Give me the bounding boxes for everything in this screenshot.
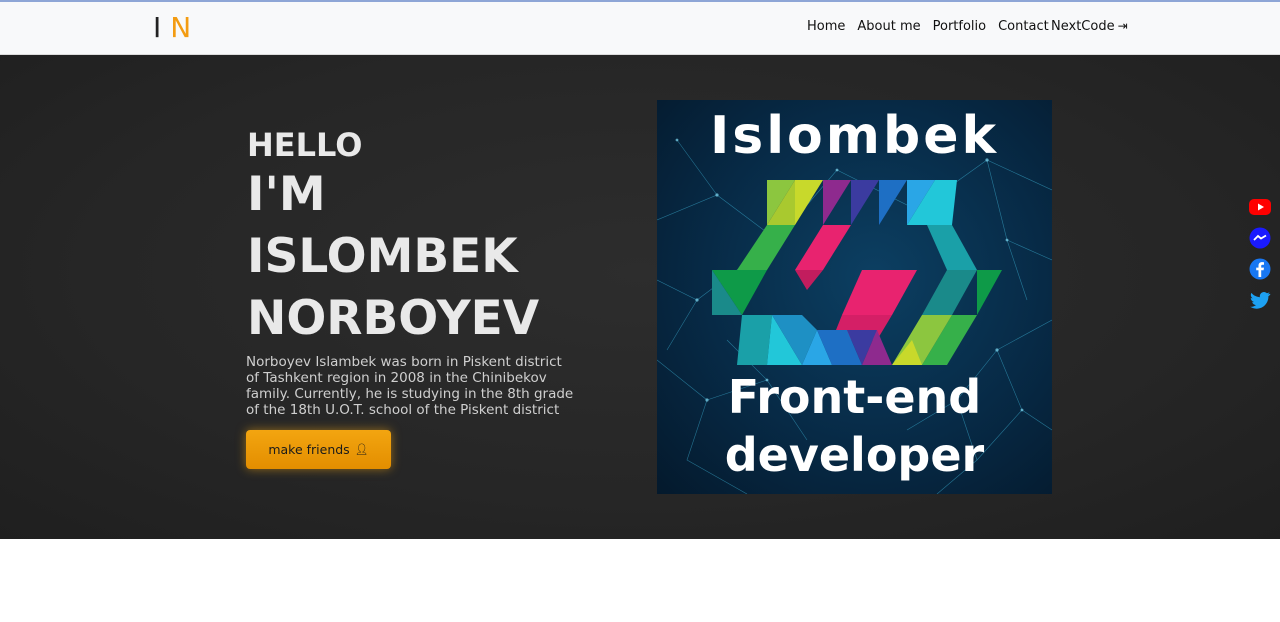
hero-section: HELLO I'M ISLOMBEK NORBOYEV Norboyev Isl… — [0, 55, 1280, 539]
hexagon-logo — [712, 180, 1002, 365]
navbar: IN Home About me Portfolio Contact NextC… — [0, 2, 1280, 55]
poster-bottom-line-2: developer — [724, 428, 985, 482]
social-links — [1248, 195, 1272, 319]
make-friends-label: make friends — [268, 442, 350, 457]
nav-contact[interactable]: Contact — [998, 19, 1049, 34]
hero-title: HELLO I'M ISLOMBEK NORBOYEV — [247, 127, 539, 349]
sign-in-arrow-icon: ⇥ — [1117, 19, 1128, 33]
make-friends-button[interactable]: make friends 👤︎ — [246, 430, 391, 469]
facebook-icon[interactable] — [1248, 257, 1272, 281]
hero-hello: HELLO — [247, 126, 363, 164]
youtube-icon[interactable] — [1248, 195, 1272, 219]
nextcode-link[interactable]: NextCode ⇥ — [1051, 19, 1128, 34]
brand-letter-i: I — [153, 11, 162, 44]
nav-links: Home About me Portfolio Contact — [807, 19, 1061, 34]
hero-name-line-3: NORBOYEV — [247, 291, 540, 346]
profile-poster-image: Islombek Front-end developer — [657, 100, 1052, 494]
person-icon: 👤︎ — [354, 443, 369, 456]
hero-name-line-2: ISLOMBEK — [247, 229, 518, 284]
brand-logo[interactable]: IN — [153, 11, 191, 45]
nav-portfolio[interactable]: Portfolio — [933, 19, 986, 34]
nav-about-me[interactable]: About me — [857, 19, 920, 34]
brand-letter-n: N — [170, 11, 192, 44]
messenger-icon[interactable] — [1248, 226, 1272, 250]
nextcode-label: NextCode — [1051, 19, 1115, 34]
hero-name-line-1: I'M — [247, 167, 326, 222]
nav-home[interactable]: Home — [807, 19, 845, 34]
hero-bio: Norboyev Islambek was born in Piskent di… — [246, 354, 574, 418]
poster-bottom-line-1: Front-end — [727, 370, 982, 424]
poster-top-text: Islombek — [709, 106, 1000, 166]
twitter-icon[interactable] — [1248, 288, 1272, 312]
